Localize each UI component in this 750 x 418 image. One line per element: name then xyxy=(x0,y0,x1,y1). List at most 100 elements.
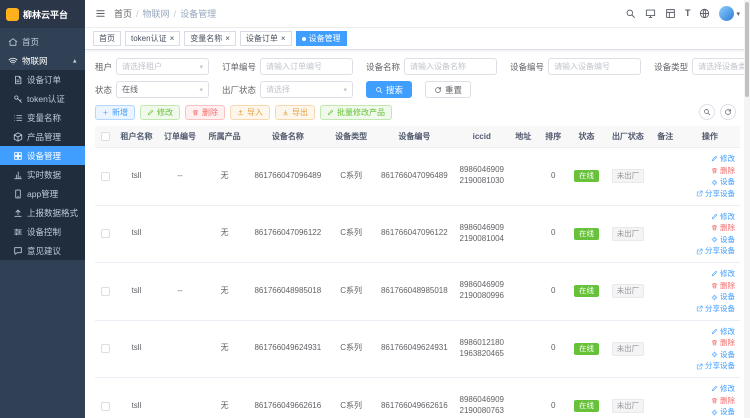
sidebar-item-variable-name[interactable]: 变量名称 xyxy=(0,108,85,127)
select-device-type[interactable]: 请选择设备类型▾ xyxy=(692,58,750,75)
cell-order-no xyxy=(157,205,203,263)
row-action-device[interactable]: 设备 xyxy=(682,406,735,418)
export-button[interactable]: 导出 xyxy=(275,105,315,120)
topbar-text-size-icon[interactable]: T xyxy=(685,9,691,18)
row-action-share-device[interactable]: 分享设备 xyxy=(682,360,735,372)
input-order-no[interactable]: 请输入订单编号 xyxy=(260,58,353,75)
select-factory-status[interactable]: 请选择▾ xyxy=(260,81,353,98)
sidebar-item-label: 实时数据 xyxy=(27,169,61,181)
cell-select xyxy=(95,320,116,378)
row-action-share-device[interactable]: 分享设备 xyxy=(682,303,735,315)
topbar-fullscreen-icon[interactable] xyxy=(645,8,656,19)
row-action-delete[interactable]: 删除 xyxy=(682,165,735,177)
field-label: 设备名称 xyxy=(366,61,400,73)
delete-button[interactable]: 删除 xyxy=(185,105,225,120)
breadcrumb-item[interactable]: 首页 xyxy=(114,7,132,20)
input-device-no[interactable]: 请输入设备编号 xyxy=(548,58,641,75)
row-action-delete[interactable]: 删除 xyxy=(682,337,735,349)
sidebar-item-device-management[interactable]: 设备管理 xyxy=(0,146,85,165)
row-action-delete[interactable]: 删除 xyxy=(682,222,735,234)
input-device-name[interactable]: 请输入设备名称 xyxy=(404,58,497,75)
toolbar-button-label: 批量修改产品 xyxy=(337,107,385,118)
topbar-search-icon[interactable] xyxy=(625,8,636,19)
row-action-edit[interactable]: 修改 xyxy=(682,383,735,395)
status-badge: 在线 xyxy=(574,400,599,412)
sidebar-item-realtime-data[interactable]: 实时数据 xyxy=(0,165,85,184)
toggle-search-button[interactable] xyxy=(699,104,715,120)
row-action-label: 修改 xyxy=(720,211,735,223)
edit-icon xyxy=(711,328,718,335)
topbar-layout-size-icon[interactable] xyxy=(665,8,676,19)
row-action-device[interactable]: 设备 xyxy=(682,291,735,303)
search-button[interactable]: 搜索 xyxy=(366,81,412,98)
tags-view-item[interactable]: 首页 xyxy=(93,31,121,46)
row-action-edit[interactable]: 修改 xyxy=(682,326,735,338)
factory-status-badge: 未出厂 xyxy=(612,399,645,413)
row-checkbox[interactable] xyxy=(101,287,110,296)
row-action-device[interactable]: 设备 xyxy=(682,349,735,361)
row-action-delete[interactable]: 删除 xyxy=(682,395,735,407)
page-scrollbar[interactable] xyxy=(744,0,750,418)
sidebar-item-label: 首页 xyxy=(22,36,39,48)
row-action-share-device[interactable]: 分享设备 xyxy=(682,245,735,257)
sidebar-item-device-order[interactable]: 设备订单 xyxy=(0,70,85,89)
row-checkbox[interactable] xyxy=(101,344,110,353)
refresh-button[interactable] xyxy=(720,104,736,120)
sidebar: 柳林云平台 首页物联网▾设备订单token认证变量名称产品管理设备管理实时数据 a… xyxy=(0,0,85,418)
tags-view-item[interactable]: 变量名称× xyxy=(184,31,236,46)
scrollbar-thumb[interactable] xyxy=(745,2,749,97)
fullscreen-icon xyxy=(645,8,656,19)
row-checkbox[interactable] xyxy=(101,172,110,181)
row-action-edit[interactable]: 修改 xyxy=(682,268,735,280)
row-action-device[interactable]: 设备 xyxy=(682,176,735,188)
row-action-label: 设备 xyxy=(720,291,735,303)
row-action-delete[interactable]: 删除 xyxy=(682,280,735,292)
row-action-device[interactable]: 设备 xyxy=(682,234,735,246)
placeholder-text: 请输入设备名称 xyxy=(410,61,466,72)
select-all-checkbox[interactable] xyxy=(101,132,110,141)
row-action-share-device[interactable]: 分享设备 xyxy=(682,188,735,200)
row-checkbox[interactable] xyxy=(101,229,110,238)
topbar-language-icon[interactable] xyxy=(699,8,710,19)
breadcrumb-item: 设备管理 xyxy=(180,7,216,20)
logo: 柳林云平台 xyxy=(0,0,85,28)
sidebar-item-label: 产品管理 xyxy=(27,131,61,143)
select-tenant[interactable]: 请选择租户▾ xyxy=(116,58,209,75)
sidebar-item-report-data-format[interactable]: 上报数据格式 xyxy=(0,203,85,222)
tags-view-item[interactable]: 设备管理 xyxy=(296,31,347,46)
row-checkbox[interactable] xyxy=(101,402,110,411)
tags-view-item[interactable]: 设备订单× xyxy=(240,31,292,46)
cell-address xyxy=(508,205,539,263)
sidebar-item-feedback[interactable]: 意见建议 xyxy=(0,241,85,260)
cell-device-name: 861766048985018 xyxy=(246,263,329,321)
import-button[interactable]: 导入 xyxy=(230,105,270,120)
chart-icon xyxy=(13,170,23,180)
row-action-label: 修改 xyxy=(720,153,735,165)
toolbar-button-label: 新增 xyxy=(112,107,128,118)
hamburger-icon[interactable] xyxy=(95,8,106,19)
batch-edit-product-button[interactable]: 批量修改产品 xyxy=(320,105,392,120)
user-avatar[interactable]: ▾ xyxy=(719,6,740,21)
sidebar-item-app-management[interactable]: app管理 xyxy=(0,184,85,203)
select-status[interactable]: 在线▾ xyxy=(116,81,209,98)
add-button[interactable]: 新增 xyxy=(95,105,135,120)
close-icon[interactable]: × xyxy=(170,35,175,43)
sidebar-item-iot[interactable]: 物联网▾ xyxy=(0,51,85,70)
sidebar-item-home[interactable]: 首页 xyxy=(0,32,85,51)
tab-label: 设备管理 xyxy=(309,33,341,44)
sidebar-item-token-auth[interactable]: token认证 xyxy=(0,89,85,108)
row-action-edit[interactable]: 修改 xyxy=(682,211,735,223)
box-icon xyxy=(13,132,23,142)
sidebar-item-product-management[interactable]: 产品管理 xyxy=(0,127,85,146)
home-icon xyxy=(8,37,18,47)
reset-button[interactable]: 重置 xyxy=(425,81,471,98)
chevron-down-icon: ▾ xyxy=(344,86,348,94)
tags-view-item[interactable]: token认证× xyxy=(125,31,180,46)
cell-address xyxy=(508,263,539,321)
edit-button[interactable]: 修改 xyxy=(140,105,180,120)
close-icon[interactable]: × xyxy=(281,35,286,43)
close-icon[interactable]: × xyxy=(225,35,230,43)
content: 租户请选择租户▾订单编号请输入订单编号设备名称请输入设备名称设备编号请输入设备编… xyxy=(85,50,750,418)
sidebar-item-device-control[interactable]: 设备控制 xyxy=(0,222,85,241)
row-action-edit[interactable]: 修改 xyxy=(682,153,735,165)
